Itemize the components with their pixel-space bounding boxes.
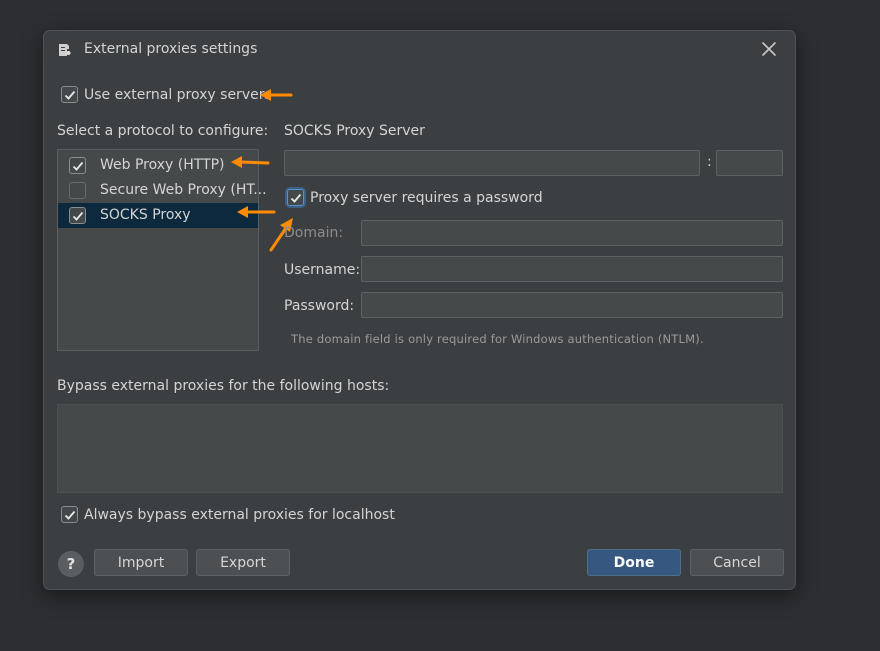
check-icon xyxy=(64,510,76,520)
cancel-button[interactable]: Cancel xyxy=(690,549,784,576)
requires-password-checkbox[interactable] xyxy=(287,189,304,206)
proxy-port-input[interactable] xyxy=(716,150,783,176)
protocol-http-checkbox[interactable] xyxy=(69,157,86,174)
bypass-localhost-checkbox[interactable] xyxy=(61,506,78,523)
dialog-title: External proxies settings xyxy=(84,41,258,57)
domain-hint-text: The domain field is only required for Wi… xyxy=(291,332,704,346)
annotation-arrow-icon xyxy=(231,156,270,168)
password-field[interactable] xyxy=(362,293,782,317)
check-icon xyxy=(72,161,84,171)
check-icon xyxy=(64,90,76,100)
annotation-arrow-icon xyxy=(260,89,293,101)
domain-label: Domain: xyxy=(284,225,344,241)
password-input[interactable] xyxy=(361,292,783,318)
protocol-socks-checkbox[interactable] xyxy=(69,207,86,224)
help-icon[interactable]: ? xyxy=(58,551,84,577)
bypass-label: Bypass external proxies for the followin… xyxy=(57,378,390,394)
protocol-list: Web Proxy (HTTP) Secure Web Proxy (HT...… xyxy=(57,149,267,351)
check-icon xyxy=(290,193,302,203)
protocol-item-socks[interactable]: SOCKS Proxy xyxy=(58,203,258,228)
protocol-item-label: Web Proxy (HTTP) xyxy=(100,157,225,173)
import-button[interactable]: Import xyxy=(94,549,188,576)
protocol-item-label: SOCKS Proxy xyxy=(100,207,191,223)
protocol-item-https[interactable]: Secure Web Proxy (HT... xyxy=(58,178,267,203)
close-icon[interactable] xyxy=(759,39,779,59)
domain-input[interactable] xyxy=(361,220,783,246)
done-button[interactable]: Done xyxy=(587,549,681,576)
check-icon xyxy=(72,211,84,221)
protocol-section-label: Select a protocol to configure: xyxy=(57,123,269,139)
proxy-host-input[interactable] xyxy=(284,150,700,176)
username-input[interactable] xyxy=(361,256,783,282)
bypass-hosts-textarea[interactable] xyxy=(57,404,783,493)
requires-password-label: Proxy server requires a password xyxy=(310,190,543,206)
server-heading: SOCKS Proxy Server xyxy=(284,123,425,139)
password-label: Password: xyxy=(284,298,355,314)
export-button[interactable]: Export xyxy=(196,549,290,576)
proxy-settings-dialog: External proxies settings Use external p… xyxy=(43,30,796,590)
bypass-localhost-label: Always bypass external proxies for local… xyxy=(84,507,395,523)
username-label: Username: xyxy=(284,262,361,278)
proxy-host-field[interactable] xyxy=(285,151,699,175)
protocol-https-checkbox[interactable] xyxy=(69,182,86,199)
domain-field[interactable] xyxy=(362,221,782,245)
protocol-item-label: Secure Web Proxy (HT... xyxy=(100,182,267,198)
use-external-proxy-label: Use external proxy servers xyxy=(84,87,272,103)
port-separator: : xyxy=(707,154,712,170)
app-icon xyxy=(56,42,72,58)
proxy-port-field[interactable] xyxy=(717,151,782,175)
username-field[interactable] xyxy=(362,257,782,281)
use-external-proxy-checkbox[interactable] xyxy=(61,86,78,103)
